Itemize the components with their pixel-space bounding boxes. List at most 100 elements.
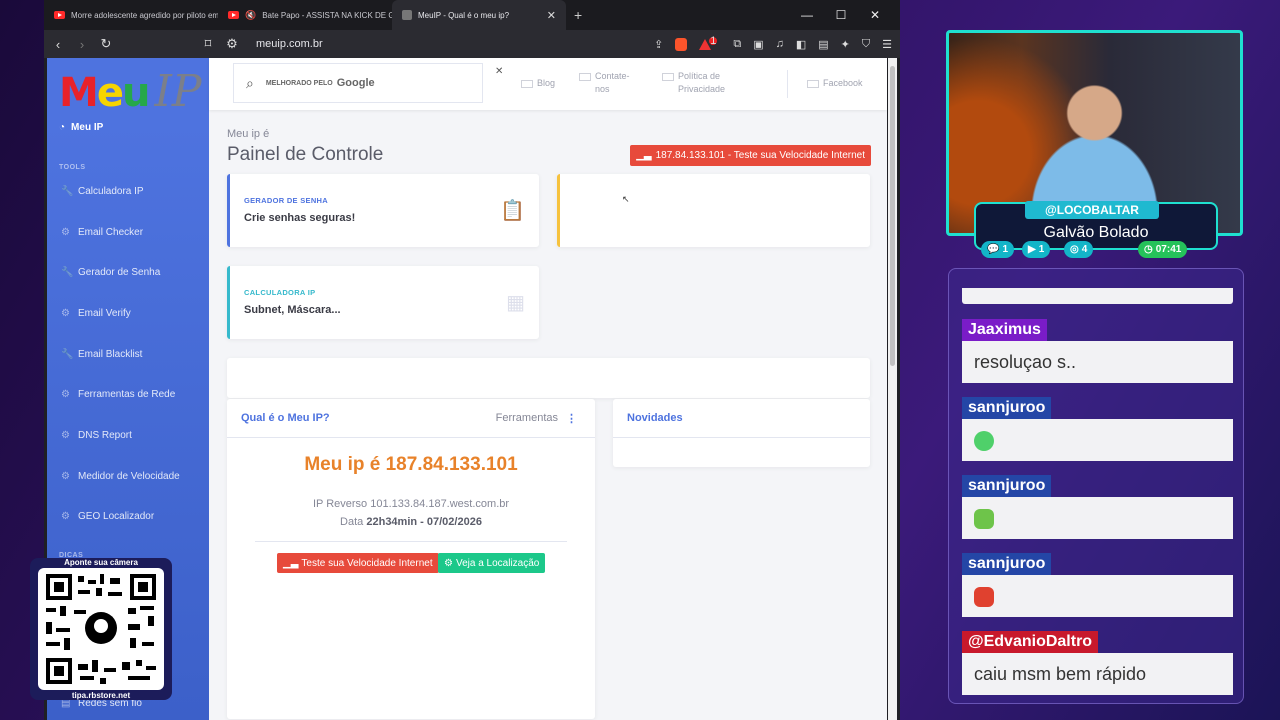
clear-search-icon[interactable]: ✕ [495,66,503,77]
maximize-button[interactable]: ☐ [824,8,858,22]
minimize-button[interactable]: — [790,8,824,22]
stat-chat: 💬 1 [981,241,1015,258]
address-bar: ‹ › ↻ ⌑ ⚙ meuip.com.br ⇪ 1 ⧉ ▣ ♫ ◧ ▤ ✦ ⛉… [44,30,900,58]
speed-test-button[interactable]: ▁▃ Teste sua Velocidade Internet [277,553,439,573]
mouse-cursor-icon: ↖ [622,194,630,204]
screenshot-icon[interactable]: ▣ [753,38,763,51]
wallet-icon[interactable]: ▤ [818,38,828,51]
qr-code [38,568,164,690]
nav-link-contato[interactable]: Contate- nos [579,70,630,96]
panel-my-ip: Qual é o Meu IP? Ferramentas ⋮ Meu ip é … [227,399,595,719]
blog-icon [521,80,533,88]
location-gear-icon: ⚙ [444,557,453,569]
speed-test-header-button[interactable]: ▁▃ 187.84.133.101 - Teste sua Velocidade… [630,145,871,166]
address-bar-actions: ⇪ 1 ⧉ ▣ ♫ ◧ ▤ ✦ ⛉ ☰ [654,35,892,51]
chat-icon: 💬 [987,244,1000,255]
gear-icon: ⚙ [61,430,70,441]
sidebar-item-geo-localizador[interactable]: ⚙ GEO Localizador [61,511,154,522]
sidebar-item-ferramentas-rede[interactable]: ⚙ Ferramentas de Rede [61,389,175,400]
extensions-icon[interactable]: ⧉ [733,38,741,51]
dashboard-icon: ◔ [59,122,66,133]
chat-message-partial [962,288,1233,304]
vpn-shield-icon[interactable]: ⛉ [862,38,870,51]
forward-icon[interactable]: › [76,37,88,52]
stat-viewers: ◎ 4 [1064,241,1094,258]
sidebar-item-gerador-senha[interactable]: 🔧 Gerador de Senha [61,267,160,278]
sidebar-item-dns-report[interactable]: ⚙ DNS Report [61,430,132,441]
new-tab-button[interactable]: + [566,7,590,23]
clock-icon: ◷ [1144,244,1153,255]
tab-title: Morre adolescente agredido por piloto em… [71,10,218,20]
web-page: Meu IP ◔ Meu IP TOOLS 🔧 Calculadora IP ⚙ E… [47,58,887,720]
main-content: ⌕ MELHORADO PELO Google ✕ Blog Contate- … [209,58,887,720]
chart-icon: ▁▃ [283,557,299,569]
gear-icon: ⚙ [61,227,70,238]
nav-link-privacidade[interactable]: Política de Privacidade [662,70,725,96]
tab-bate-papo[interactable]: 🔇 Bate Papo - ASSISTA NA KICK DE GRAÇ [218,0,392,30]
card-calculadora-ip[interactable]: CALCULADORA IP Subnet, Máscara... ▦ [227,266,539,339]
clipboard-icon: 📋 [500,200,525,222]
chat-message [962,497,1233,539]
dashboard-content: Meu ip é Painel de Controle ▁▃ 187.84.13… [227,128,871,719]
calendar-icon: ▦ [506,292,525,314]
policy-icon [662,73,674,81]
window-controls: — ☐ ✕ [790,0,892,30]
card-empty-warning: ↖ [557,174,870,247]
share-icon[interactable]: ⇪ [654,38,663,51]
sidebar-item-meu-ip[interactable]: ◔ Meu IP [59,122,103,133]
tab-youtube-news[interactable]: Morre adolescente agredido por piloto em… [44,0,218,30]
ad-banner-area [227,358,870,398]
wrench-icon: 🔧 [61,349,74,360]
top-navbar: ⌕ MELHORADO PELO Google ✕ Blog Contate- … [209,58,887,110]
sidebar-item-email-blacklist[interactable]: 🔧 Email Blacklist [61,349,142,360]
scrollbar-thumb[interactable] [890,66,895,366]
tab-meuip[interactable]: MeuIP - Qual é o meu ip? ✕ [392,0,566,30]
my-ip-address: Meu ip é 187.84.133.101 [304,454,518,475]
panel-title: Qual é o Meu IP? [241,412,330,424]
wrench-icon: 🔧 [61,186,74,197]
chat-message: resoluçao s.. [962,341,1233,383]
tools-dropdown[interactable]: Ferramentas ⋮ [496,412,577,425]
url-field[interactable]: meuip.com.br [256,38,323,50]
bookmark-icon[interactable]: ⌑ [202,36,214,52]
leo-ai-icon[interactable]: ✦ [841,38,850,51]
close-window-button[interactable]: ✕ [858,8,892,22]
back-icon[interactable]: ‹ [52,37,64,52]
sidebar-item-email-verify[interactable]: ⚙ Email Verify [61,308,131,319]
viewers-icon: ◎ [1070,244,1079,255]
menu-icon[interactable]: ☰ [882,38,892,51]
nav-link-facebook[interactable]: Facebook [807,77,863,90]
site-settings-icon[interactable]: ⚙ [226,36,238,52]
meuip-logo[interactable]: Meu IP [59,66,201,117]
sidebar-toggle-icon[interactable]: ◧ [796,38,806,51]
chart-icon: ▁▃ [636,150,652,161]
nav-link-blog[interactable]: Blog [521,77,555,90]
youtube-icon [228,11,239,19]
emote-icon [974,431,994,452]
reload-icon[interactable]: ↻ [100,36,112,52]
music-icon[interactable]: ♫ [776,38,784,50]
sidebar-item-calculadora-ip[interactable]: 🔧 Calculadora IP [61,186,144,197]
chat-message [962,575,1233,617]
location-button[interactable]: ⚙ Veja a Localização [438,553,546,573]
chat-message [962,419,1233,461]
panel-novidades: Novidades [613,399,870,467]
breadcrumb: Meu ip é [227,128,270,140]
stat-clock: ◷ 07:41 [1138,241,1188,258]
sidebar-item-medidor-velocidade[interactable]: ⚙ Medidor de Velocidade [61,471,180,482]
muted-speaker-icon[interactable]: 🔇 [245,10,256,21]
tab-bar: Morre adolescente agredido por piloto em… [44,0,900,30]
chat-username: @EdvanioDaltro [962,631,1099,653]
search-icon: ⌕ [246,74,254,91]
close-tab-icon[interactable]: ✕ [547,9,556,22]
brave-shields-icon[interactable] [675,37,688,51]
divider [613,437,870,438]
wrench-icon: 🔧 [61,267,74,278]
page-scrollbar[interactable] [888,58,897,720]
google-search-input[interactable]: ⌕ MELHORADO PELO Google [233,63,483,103]
sidebar-item-email-checker[interactable]: ⚙ Email Checker [61,227,143,238]
brave-rewards-icon[interactable]: 1 [699,35,718,50]
card-gerador-senha[interactable]: GERADOR DE SENHA Crie senhas seguras! 📋 [227,174,539,247]
gear-icon: ⚙ [61,308,70,319]
streamer-handle: @LOCOBALTAR [1025,201,1159,219]
